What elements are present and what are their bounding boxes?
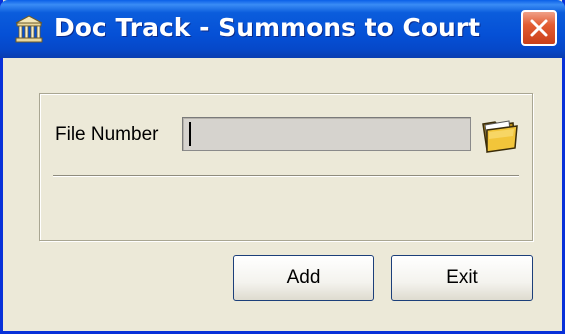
file-number-input[interactable] (182, 117, 471, 151)
text-caret (189, 122, 191, 146)
title-bar[interactable]: Doc Track - Summons to Court (0, 0, 565, 58)
summons-dialog-window: Doc Track - Summons to Court File Number… (0, 0, 565, 334)
add-button[interactable]: Add (233, 255, 374, 301)
file-number-label: File Number (55, 124, 159, 145)
courthouse-icon (14, 14, 44, 44)
separator-line (53, 175, 519, 177)
exit-button[interactable]: Exit (391, 255, 533, 301)
close-icon (530, 19, 548, 37)
file-groupbox (39, 93, 533, 241)
close-button[interactable] (521, 10, 557, 46)
window-title: Doc Track - Summons to Court (54, 13, 481, 42)
folder-icon[interactable] (479, 112, 523, 156)
